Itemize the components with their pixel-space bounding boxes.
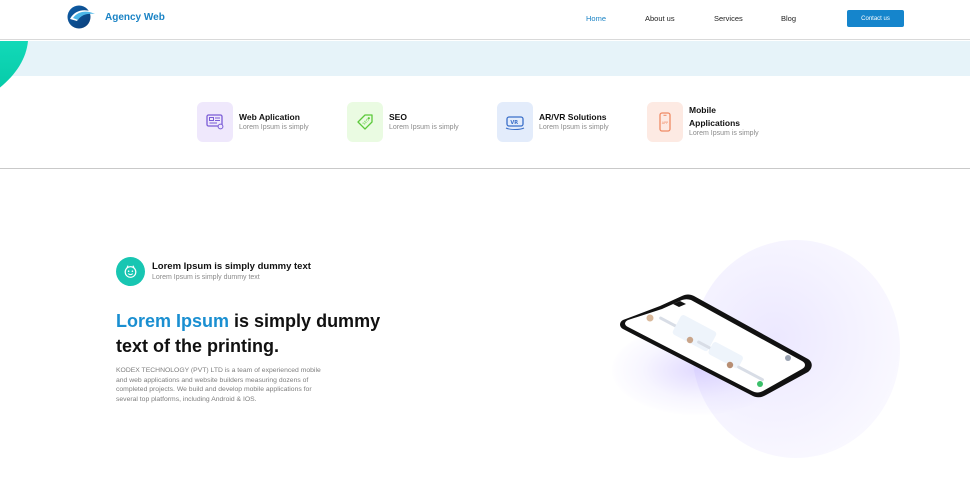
hero-description: KODEX TECHNOLOGY (PVT) LTD is a team of … [116, 367, 321, 403]
service-title: Web Aplication [239, 112, 300, 122]
mobile-app-icon: APP [647, 102, 683, 142]
badge-title: Lorem Ipsum is simply dummy text [152, 261, 311, 272]
nav-services[interactable]: Services [714, 14, 743, 23]
service-subtitle: Lorem Ipsum is simply [389, 124, 459, 131]
service-title: AR/VR Solutions [539, 112, 607, 122]
hero-headline: Lorem Ipsum is simply dummy text of the … [116, 309, 416, 359]
service-title-line1: Mobile [689, 105, 716, 115]
service-title-line2: Applications [689, 118, 741, 128]
service-title: SEO [389, 112, 407, 122]
nav-about-us[interactable]: About us [645, 14, 675, 23]
svg-text:VR: VR [510, 120, 518, 126]
service-mobile-applications[interactable]: APP Mobile Applications Lorem Ipsum is s… [647, 102, 782, 142]
service-subtitle: Lorem Ipsum is simply [539, 124, 609, 131]
service-subtitle: Lorem Ipsum is simply [239, 124, 309, 131]
contact-us-button[interactable]: Contact us [847, 10, 904, 27]
smiley-badge-icon [116, 257, 145, 286]
service-seo[interactable]: SEO SEO Lorem Ipsum is simply [347, 102, 477, 142]
svg-text:APP: APP [662, 121, 668, 125]
service-subtitle: Lorem Ipsum is simply [689, 130, 759, 137]
hero-banner-strip [0, 41, 970, 76]
seo-tag-icon: SEO [347, 102, 383, 142]
vr-headset-icon: VR [497, 102, 533, 142]
service-web-application[interactable]: Web Aplication Lorem Ipsum is simply [197, 102, 337, 142]
nav-blog[interactable]: Blog [781, 14, 796, 23]
badge-subtitle: Lorem Ipsum is simply dummy text [152, 274, 260, 281]
service-ar-vr-solutions[interactable]: VR AR/VR Solutions Lorem Ipsum is simply [497, 102, 627, 142]
headline-highlight: Lorem Ipsum [116, 311, 230, 331]
brand-name[interactable]: Agency Web [105, 12, 165, 23]
section-divider [0, 168, 970, 169]
web-app-icon [197, 102, 233, 142]
site-header: Agency Web Home About us Services Blog C… [0, 0, 970, 40]
decorative-corner-shape [0, 41, 28, 88]
agency-logo-icon[interactable] [67, 5, 98, 29]
nav-home[interactable]: Home [586, 14, 606, 23]
phone-mockup-image [620, 294, 812, 398]
